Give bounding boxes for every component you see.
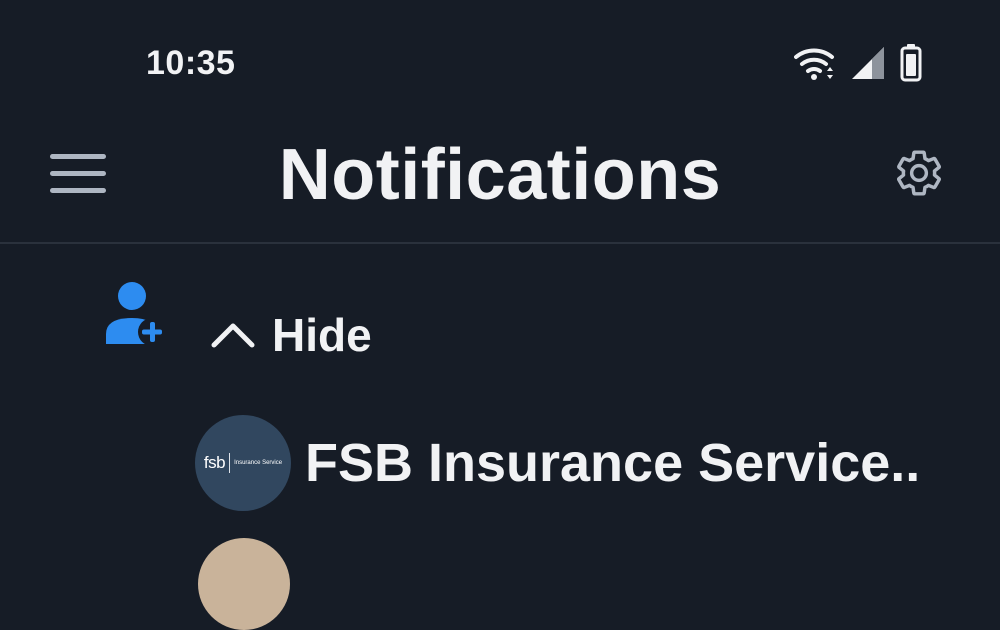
app-header: Notifications	[0, 120, 1000, 244]
page-title: Notifications	[278, 135, 722, 215]
avatar-logo-text: fsb	[203, 453, 226, 472]
avatar: fsb Insurance Service	[195, 415, 291, 511]
wifi-icon	[794, 48, 834, 80]
notification-name: FSB Insurance Service..	[305, 433, 921, 493]
status-bar: 10:35	[0, 0, 1000, 120]
gear-icon	[897, 150, 941, 196]
hide-toggle-label: Hide	[272, 309, 372, 361]
chevron-up-icon	[211, 323, 255, 348]
avatar	[198, 538, 290, 630]
notification-item[interactable]: fsb Insurance Service FSB Insurance Serv…	[195, 414, 1000, 512]
settings-button[interactable]	[893, 147, 945, 199]
add-user-icon	[104, 282, 168, 346]
cellular-signal-icon	[852, 47, 884, 79]
status-icons	[794, 44, 922, 82]
status-time: 10:35	[146, 44, 236, 82]
avatar-logo-subtext: Insurance Service	[234, 460, 283, 466]
battery-icon	[900, 44, 922, 82]
hide-toggle-button[interactable]: Hide	[210, 308, 372, 362]
